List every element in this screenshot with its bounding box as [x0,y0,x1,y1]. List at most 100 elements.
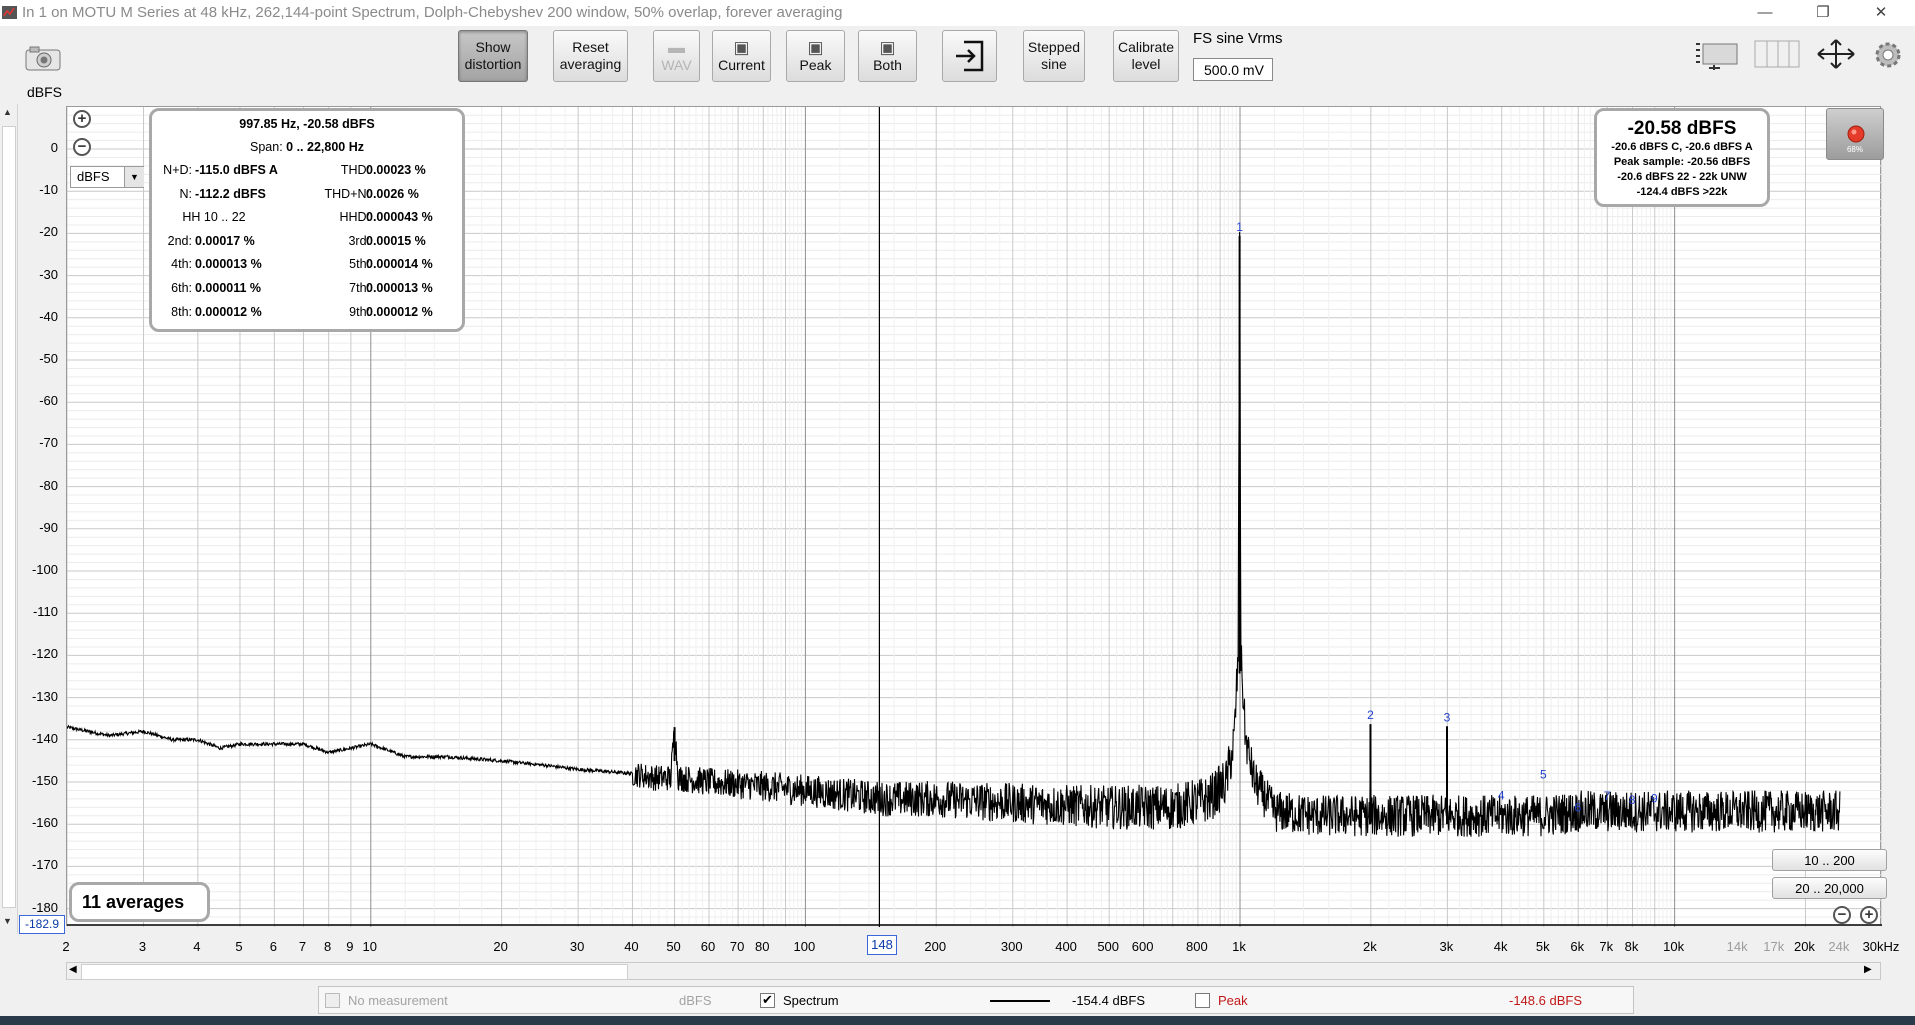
camera-icon[interactable] [24,44,62,72]
no-measurement-label: No measurement [348,993,448,1008]
save-current-button[interactable]: ▣ Current [712,30,771,82]
x-tick-label: 40 [624,939,639,954]
show-distortion-button[interactable]: Show distortion [458,30,528,82]
harmonic-marker-3: 3 [1444,710,1451,724]
y-tick-label: -140 [31,730,58,746]
y-tick-label: -120 [31,646,58,662]
y-tick-label: 0 [50,140,58,155]
y-tick-label: -150 [31,773,58,788]
show-distortion-label-1: Show [475,39,511,55]
y-tick-label: -50 [39,351,58,366]
panels-icon[interactable] [1753,38,1801,70]
stepped-sine-button[interactable]: Stepped sine [1023,30,1085,82]
x-tick-label: 400 [1055,939,1077,954]
fullscreen-icon[interactable] [1814,38,1858,70]
save-both-button[interactable]: ▣ Both [858,30,917,82]
x-tick-label: 50 [666,939,681,954]
vertical-scroll-thumb[interactable] [2,126,16,908]
x-tick-label: 3 [138,939,147,954]
y-tick-label: -160 [31,815,58,831]
import-button[interactable] [942,30,997,82]
minimize-button[interactable]: — [1742,0,1788,26]
range-20-20000-button[interactable]: 20 .. 20,000 [1772,877,1887,899]
title-bar: In 1 on MOTU M Series at 48 kHz, 262,144… [0,0,1915,27]
app-icon [2,6,17,19]
x-tick-label: 7k [1599,939,1614,954]
x-tick-label: 14k [1726,939,1748,954]
no-measurement-unit: dBFS [679,993,712,1008]
wav-button[interactable]: ▬ WAV [653,30,700,82]
restore-button[interactable]: ❐ [1800,0,1846,26]
level-main-readout: -20.58 dBFS [1627,118,1737,139]
y-axis-unit-label: dBFS [27,84,63,100]
peak-legend-label: Peak [1218,993,1248,1008]
wav-label: WAV [661,56,692,73]
spectrum-checkbox[interactable]: ✔ [760,993,775,1008]
settings-gear-icon[interactable] [1873,40,1903,70]
calibrate-level-button[interactable]: Calibrate level [1113,30,1179,82]
zoom-in-icon[interactable]: + [73,110,91,128]
save-icon: ▣ [733,37,750,57]
x-tick-label: 17k [1763,939,1785,954]
stepped-sine-label-2: sine [1041,56,1067,72]
x-tick-label: 5 [235,939,243,954]
reset-averaging-button[interactable]: Reset averaging [553,30,628,82]
spectrum-value: -154.4 dBFS [1072,993,1145,1008]
zoom-in-x-icon[interactable]: + [1860,906,1878,924]
scroll-right-arrow-icon[interactable]: ▶ [1864,964,1872,975]
scroll-left-arrow-icon[interactable]: ◀ [69,964,77,975]
distortion-label: 4th: [171,257,192,272]
x-tick-label: 9 [346,939,354,954]
x-tick-label: 500 [1097,939,1120,954]
distortion-value: 0.00023 % [366,163,426,177]
distortion-value: 0.000043 % [366,210,433,225]
scroll-up-arrow-icon[interactable]: ▲ [3,107,12,117]
horizontal-scrollbar[interactable]: ◀ ▶ [66,962,1881,980]
distortion-value: 0.000012 % [195,304,262,319]
zoom-out-x-icon[interactable]: − [1833,906,1851,924]
fs-sine-label: FS sine Vrms [1193,30,1283,47]
distortion-value: 0.00015 % [366,233,426,248]
peak-label: Peak [799,56,832,73]
y-tick-label: -40 [39,308,58,324]
distortion-value: -112.2 dBFS [195,186,266,201]
level-detail-line: Peak sample: -20.56 dBFS [1613,156,1751,168]
distortion-label: THD: [340,163,370,177]
x-tick-label: 4k [1493,939,1508,954]
x-tick-label: 1k [1232,939,1246,954]
x-tick-label: 800 [1186,939,1208,954]
x-tick-label: 8k [1624,939,1639,954]
vertical-scrollbar[interactable]: ▲ ▼ [0,104,18,934]
legend-bar: No measurement dBFS ✔ Spectrum -154.4 dB… [318,986,1634,1014]
save-peak-button[interactable]: ▣ Peak [786,30,845,82]
span-readout: Span: 0 .. 22,800 Hz [152,140,462,154]
y-tick-label: -170 [31,857,58,873]
close-button[interactable]: ✕ [1858,0,1904,26]
zoom-out-icon[interactable]: − [73,138,91,156]
calibrate-label-1: Calibrate [1117,39,1175,55]
distortion-value: 0.000012 % [366,304,433,319]
no-measurement-checkbox [325,993,340,1008]
peak-checkbox[interactable] [1195,993,1210,1008]
x-tick-label: 300 [1000,939,1023,954]
range-10-200-button[interactable]: 10 .. 200 [1772,849,1887,871]
record-button[interactable]: 68% [1826,108,1884,160]
scroll-down-arrow-icon[interactable]: ▼ [3,916,12,926]
layout-toggle-icon[interactable] [1693,38,1741,70]
horizontal-scroll-thumb[interactable] [81,964,628,980]
distortion-value: 0.000011 % [195,281,262,295]
fs-sine-input[interactable]: 500.0 mV [1193,58,1273,81]
x-tick-label: 5k [1535,939,1550,954]
reset-averaging-label-2: averaging [559,56,622,72]
current-label: Current [718,56,765,73]
y-tick-label: -110 [32,604,58,620]
chevron-down-icon[interactable]: ▼ [124,167,144,187]
x-tick-label: 30 [569,939,585,954]
distortion-label: 9th: [349,304,370,319]
x-tick-label: 8 [324,939,332,954]
level-detail-line: -20.6 dBFS C, -20.6 dBFS A [1611,141,1753,153]
x-tick-label: 20k [1793,939,1815,954]
y-tick-label: -180 [31,899,58,915]
stepped-sine-label-1: Stepped [1027,39,1081,55]
distortion-label: 8th: [171,304,192,319]
